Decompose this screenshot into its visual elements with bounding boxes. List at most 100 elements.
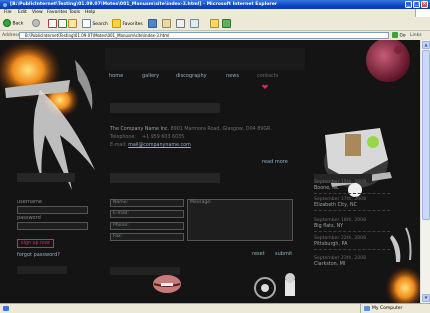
page-status-icon [3, 306, 9, 311]
news-separator [314, 231, 390, 232]
menu-file[interactable]: File [4, 9, 12, 17]
reset-button[interactable]: reset [252, 251, 265, 257]
menu-help[interactable]: Help [85, 9, 95, 17]
fire-wings-illustration [0, 40, 95, 190]
news-place[interactable]: Boone, NC [314, 186, 339, 191]
news-place[interactable]: Clarkston, MI [314, 262, 345, 267]
news-separator [314, 193, 390, 194]
address-input[interactable]: B:\PublicInternet\Testing\01.09.07\Motes… [19, 32, 389, 39]
window-title: [B:\PublicInternet\Testing\01.09.07\Mote… [10, 2, 278, 7]
stop-icon [48, 19, 57, 28]
news-date: September 18th, 2008 [314, 218, 367, 223]
password-input[interactable] [17, 222, 88, 230]
back-arrow-icon [3, 19, 11, 27]
edit-icon [190, 19, 199, 28]
maximize-button[interactable]: □ [413, 1, 420, 8]
bottom-ornaments [254, 273, 295, 299]
news-date: September 15th, 2008 [314, 180, 367, 185]
forgot-password-link[interactable]: forgot password? [17, 252, 60, 258]
favorites-star-icon [112, 19, 121, 28]
read-more-link[interactable]: read more [262, 159, 288, 165]
history-button[interactable] [148, 19, 157, 28]
news-separator [314, 249, 390, 250]
my-computer-icon [364, 306, 370, 311]
news-date: September 22th, 2008 [314, 236, 367, 241]
go-arrow-icon [392, 32, 398, 38]
messenger-button[interactable] [222, 19, 231, 28]
home-button[interactable] [68, 19, 77, 28]
scroll-down-button[interactable]: ▼ [422, 294, 430, 302]
nav-discography[interactable]: discography [176, 73, 207, 79]
vertical-scrollbar[interactable]: ▲ ▼ [420, 40, 430, 303]
password-label: password [17, 215, 41, 221]
forward-button[interactable] [32, 19, 40, 28]
top-band [105, 48, 305, 70]
print-icon [176, 19, 185, 28]
nav-gallery[interactable]: gallery [142, 73, 159, 79]
history-icon [148, 19, 157, 28]
title-bar: [B:\PublicInternet\Testing\01.09.07\Mote… [0, 0, 430, 9]
menu-view[interactable]: View [32, 9, 43, 17]
links-button[interactable]: Links [410, 31, 422, 40]
lips-illustration [153, 275, 181, 293]
email-field[interactable]: E-mail: [110, 210, 184, 218]
bottom-right-fire-illustration [385, 227, 420, 303]
message-field[interactable]: Message: [187, 199, 293, 241]
search-button[interactable]: Search [82, 19, 108, 28]
news-separator [314, 210, 390, 211]
news-place[interactable]: Elizabeth City, NC [314, 203, 357, 208]
grunge-heading-block [110, 267, 180, 275]
scroll-up-button[interactable]: ▲ [422, 41, 430, 49]
nav-home[interactable]: home [109, 73, 123, 79]
news-place[interactable]: Pittsburgh, PA [314, 242, 347, 247]
back-button[interactable]: Back [3, 19, 23, 28]
go-button[interactable]: Go [392, 32, 406, 39]
company-email: E-mail: mail@companyname.com [110, 143, 191, 148]
print-button[interactable] [176, 19, 185, 28]
news-date: September 17th, 2008 [314, 197, 367, 202]
nav-contacts[interactable]: contacts [257, 73, 278, 79]
company-name: The Company Name Inc. 8901 Marmora Road,… [110, 127, 272, 132]
search-icon [82, 19, 91, 28]
folder-button[interactable] [210, 19, 219, 28]
favorites-button[interactable]: Favorites [112, 19, 143, 28]
menu-tools[interactable]: Tools [69, 9, 80, 17]
username-label: username [17, 199, 42, 205]
nav-news[interactable]: news [226, 73, 239, 79]
signup-button[interactable]: sign up now [17, 239, 54, 248]
company-telephone: Telephone: +1 959 603 6035 [110, 135, 185, 140]
refresh-button[interactable] [58, 19, 67, 28]
email-link[interactable]: mail@companyname.com [128, 143, 191, 148]
toolbar: Back Search Favorites [0, 17, 430, 31]
menu-edit[interactable]: Edit [18, 9, 27, 17]
fax-field[interactable]: Fax: [110, 233, 184, 241]
mail-icon [162, 19, 171, 28]
phone-field[interactable]: Phone: [110, 222, 184, 230]
grunge-heading-block [17, 173, 75, 182]
ie-logo-icon [2, 1, 8, 8]
news-date: September 23th, 2008 [314, 256, 367, 261]
stop-button[interactable] [48, 19, 57, 28]
mail-button[interactable] [162, 19, 171, 28]
news-place[interactable]: Big flats, NY [314, 224, 343, 229]
close-button[interactable]: × [421, 1, 428, 8]
folder-icon [210, 19, 219, 28]
home-icon [68, 19, 77, 28]
forward-arrow-icon [32, 19, 40, 27]
page-artwork [0, 40, 420, 303]
edit-button[interactable] [190, 19, 199, 28]
grunge-heading-block [110, 173, 220, 183]
grunge-heading-block [110, 103, 220, 113]
submit-button[interactable]: submit [275, 251, 292, 257]
grunge-heading-block [17, 266, 67, 274]
username-input[interactable] [17, 206, 88, 214]
heart-icon [262, 84, 268, 89]
address-label: Address [2, 33, 20, 38]
name-field[interactable]: Name: [110, 199, 184, 207]
minimize-button[interactable]: _ [405, 1, 412, 8]
web-page: home gallery discography news contacts T… [0, 40, 420, 303]
messenger-icon [222, 19, 231, 28]
windows-logo-icon [415, 9, 430, 17]
menu-favorites[interactable]: Favorites [47, 9, 67, 17]
scroll-thumb[interactable] [422, 50, 430, 220]
